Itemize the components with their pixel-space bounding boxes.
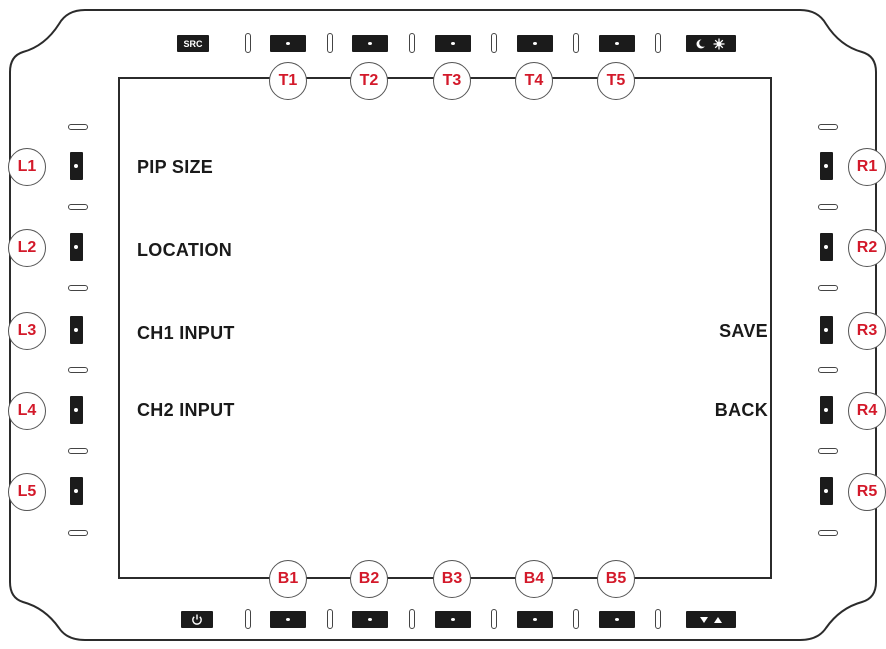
left-slot-4: [68, 367, 88, 373]
right-button-r3[interactable]: [820, 316, 833, 344]
top-button-t2[interactable]: [352, 35, 388, 52]
callout-b4: B4: [515, 560, 553, 598]
right-button-r5[interactable]: [820, 477, 833, 505]
top-button-t5[interactable]: [599, 35, 635, 52]
bottom-slot-4: [491, 609, 497, 629]
callout-t1: T1: [269, 62, 307, 100]
left-slot-3: [68, 285, 88, 291]
callout-r4: R4: [848, 392, 886, 430]
left-slot-5: [68, 448, 88, 454]
bottom-slot-5: [573, 609, 579, 629]
top-slot-2: [327, 33, 333, 53]
left-button-l5[interactable]: [70, 477, 83, 505]
callout-b1: B1: [269, 560, 307, 598]
top-button-t4[interactable]: [517, 35, 553, 52]
top-slot-4: [491, 33, 497, 53]
power-button[interactable]: [181, 611, 213, 628]
bottom-button-b1[interactable]: [270, 611, 306, 628]
left-button-l3[interactable]: [70, 316, 83, 344]
callout-t4: T4: [515, 62, 553, 100]
callout-r5: R5: [848, 473, 886, 511]
bottom-button-b4[interactable]: [517, 611, 553, 628]
callout-l2: L2: [8, 229, 46, 267]
left-button-l4[interactable]: [70, 396, 83, 424]
arrow-button[interactable]: [686, 611, 736, 628]
left-slot-6: [68, 530, 88, 536]
sun-icon: [713, 38, 725, 49]
right-slot-1: [818, 124, 838, 130]
label-location: LOCATION: [137, 240, 233, 260]
top-button-t3[interactable]: [435, 35, 471, 52]
up-arrow-icon: [714, 616, 722, 623]
moon-icon: [696, 38, 707, 48]
label-back: BACK: [714, 400, 768, 420]
right-button-r2[interactable]: [820, 233, 833, 261]
callout-t2: T2: [350, 62, 388, 100]
top-slot-3: [409, 33, 415, 53]
bottom-button-b3[interactable]: [435, 611, 471, 628]
top-slot-6: [655, 33, 661, 53]
src-button[interactable]: SRC: [177, 35, 209, 52]
label-ch1-input: CH1 INPUT: [137, 323, 235, 343]
right-slot-2: [818, 204, 838, 210]
callout-t5: T5: [597, 62, 635, 100]
bottom-slot-3: [409, 609, 415, 629]
label-pip-size: PIP SIZE: [137, 157, 214, 177]
src-label: SRC: [183, 38, 203, 49]
callout-l4: L4: [8, 392, 46, 430]
right-button-r4[interactable]: [820, 396, 833, 424]
callout-r1: R1: [848, 148, 886, 186]
top-button-t1[interactable]: [270, 35, 306, 52]
top-slot-1: [245, 33, 251, 53]
right-button-r1[interactable]: [820, 152, 833, 180]
callout-r3: R3: [848, 312, 886, 350]
right-slot-5: [818, 448, 838, 454]
label-ch2-input: CH2 INPUT: [137, 400, 235, 420]
left-slot-1: [68, 124, 88, 130]
callout-t3: T3: [433, 62, 471, 100]
top-slot-5: [573, 33, 579, 53]
right-slot-6: [818, 530, 838, 536]
callout-b5: B5: [597, 560, 635, 598]
callout-r2: R2: [848, 229, 886, 267]
callout-l3: L3: [8, 312, 46, 350]
brightness-button[interactable]: [686, 35, 736, 52]
right-slot-3: [818, 285, 838, 291]
bottom-button-b5[interactable]: [599, 611, 635, 628]
callout-b2: B2: [350, 560, 388, 598]
callout-l1: L1: [8, 148, 46, 186]
bottom-slot-2: [327, 609, 333, 629]
callout-l5: L5: [8, 473, 46, 511]
down-arrow-icon: [700, 616, 708, 623]
power-icon: [192, 614, 202, 625]
bottom-slot-1: [245, 609, 251, 629]
bottom-slot-6: [655, 609, 661, 629]
label-save: SAVE: [719, 321, 768, 341]
left-button-l2[interactable]: [70, 233, 83, 261]
right-slot-4: [818, 367, 838, 373]
callout-b3: B3: [433, 560, 471, 598]
left-button-l1[interactable]: [70, 152, 83, 180]
bottom-button-b2[interactable]: [352, 611, 388, 628]
left-slot-2: [68, 204, 88, 210]
